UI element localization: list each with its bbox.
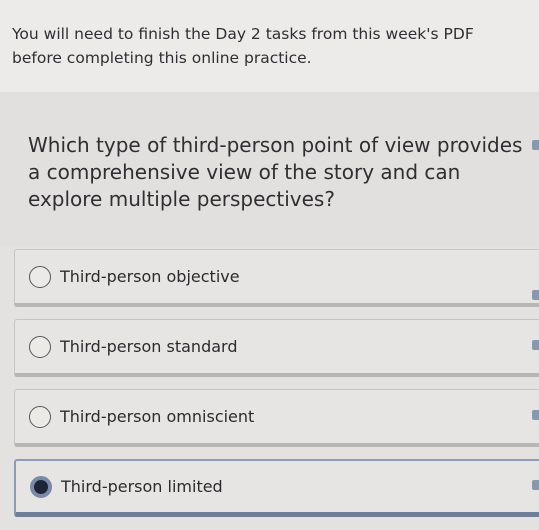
option-label: Third-person omniscient: [60, 407, 255, 426]
answer-option-omniscient[interactable]: Third-person omniscient: [14, 389, 539, 447]
radio-button[interactable]: [29, 335, 51, 358]
radio-button[interactable]: [29, 265, 51, 288]
answer-option-standard[interactable]: Third-person standard: [14, 319, 539, 377]
instructions-banner: You will need to finish the Day 2 tasks …: [0, 0, 539, 92]
option-label: Third-person standard: [60, 337, 238, 356]
instructions-text: You will need to finish the Day 2 tasks …: [12, 25, 474, 67]
edge-marker: [532, 340, 539, 350]
radio-button-selected[interactable]: [30, 475, 52, 498]
answer-options: Third-person objective Third-person stan…: [0, 247, 539, 530]
edge-marker: [532, 410, 539, 420]
question-panel: Which type of third-person point of view…: [0, 92, 539, 247]
question-text: Which type of third-person point of view…: [28, 133, 523, 211]
edge-marker: [532, 140, 539, 150]
edge-marker: [532, 480, 539, 490]
option-label: Third-person limited: [61, 477, 223, 496]
option-label: Third-person objective: [60, 267, 240, 286]
edge-marker: [532, 290, 539, 300]
answer-option-objective[interactable]: Third-person objective: [14, 249, 539, 307]
radio-button[interactable]: [29, 405, 51, 428]
answer-option-limited[interactable]: Third-person limited: [14, 459, 539, 517]
